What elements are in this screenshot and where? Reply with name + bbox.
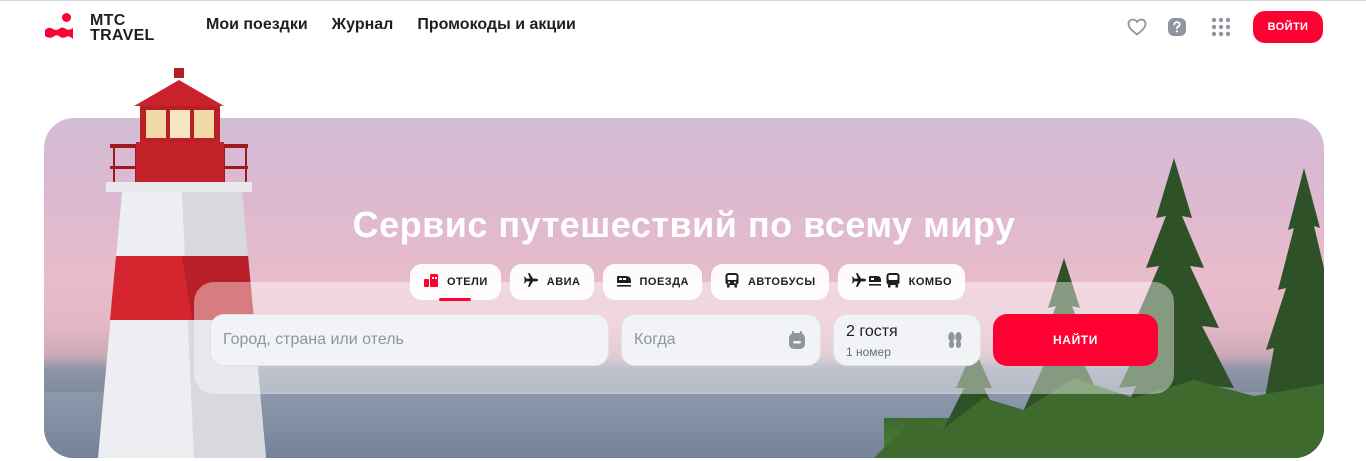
- mts-travel-logo[interactable]: МТС TRAVEL: [44, 10, 184, 46]
- search-submit-button[interactable]: НАЙТИ: [993, 314, 1158, 366]
- tab-buses[interactable]: АВТОБУСЫ: [710, 264, 829, 300]
- tab-avia[interactable]: АВИА: [509, 264, 594, 300]
- apps-grid-icon[interactable]: [1210, 16, 1232, 38]
- tab-trains[interactable]: ПОЕЗДА: [602, 264, 702, 300]
- combo-icon: [851, 272, 901, 293]
- train-icon: [616, 273, 632, 292]
- lighthouse-illustration: [98, 68, 266, 458]
- logo-text-line1: МТС: [90, 12, 126, 29]
- destination-field[interactable]: [210, 314, 609, 366]
- tab-combo-label: КОМБО: [908, 276, 953, 288]
- hotel-icon: [423, 273, 439, 292]
- nav-my-trips[interactable]: Мои поездки: [206, 15, 308, 35]
- tab-hotels-label: ОТЕЛИ: [447, 276, 488, 288]
- guests-count: 2 гостя: [846, 323, 898, 340]
- tab-hotels[interactable]: ОТЕЛИ: [410, 264, 501, 301]
- guests-icon: [946, 331, 964, 354]
- dates-input[interactable]: [634, 315, 808, 365]
- logo-mark-icon: [44, 12, 76, 44]
- tab-avia-label: АВИА: [546, 276, 581, 288]
- plane-icon: [523, 272, 539, 293]
- tab-combo[interactable]: КОМБО: [837, 264, 966, 300]
- login-button[interactable]: ВОЙТИ: [1253, 11, 1323, 43]
- rooms-count: 1 номер: [846, 345, 891, 359]
- dates-field[interactable]: [621, 314, 821, 366]
- help-icon[interactable]: [1166, 16, 1188, 38]
- destination-input[interactable]: [223, 315, 596, 365]
- bus-icon: [724, 272, 740, 293]
- heart-icon[interactable]: [1126, 16, 1148, 38]
- nav-journal[interactable]: Журнал: [332, 15, 394, 35]
- tab-buses-label: АВТОБУСЫ: [747, 276, 816, 288]
- transport-tabs: ОТЕЛИ АВИА ПОЕЗДА АВТОБУСЫ КОМБО: [410, 264, 966, 301]
- guests-field[interactable]: 2 гостя 1 номер: [833, 314, 981, 366]
- main-nav: Мои поездки Журнал Промокоды и акции: [206, 15, 576, 35]
- site-header: МТС TRAVEL Мои поездки Журнал Промокоды …: [0, 0, 1366, 54]
- logo-text-line2: TRAVEL: [90, 27, 155, 44]
- tab-trains-label: ПОЕЗДА: [639, 276, 689, 288]
- calendar-icon[interactable]: [788, 330, 806, 355]
- nav-promo[interactable]: Промокоды и акции: [417, 15, 576, 35]
